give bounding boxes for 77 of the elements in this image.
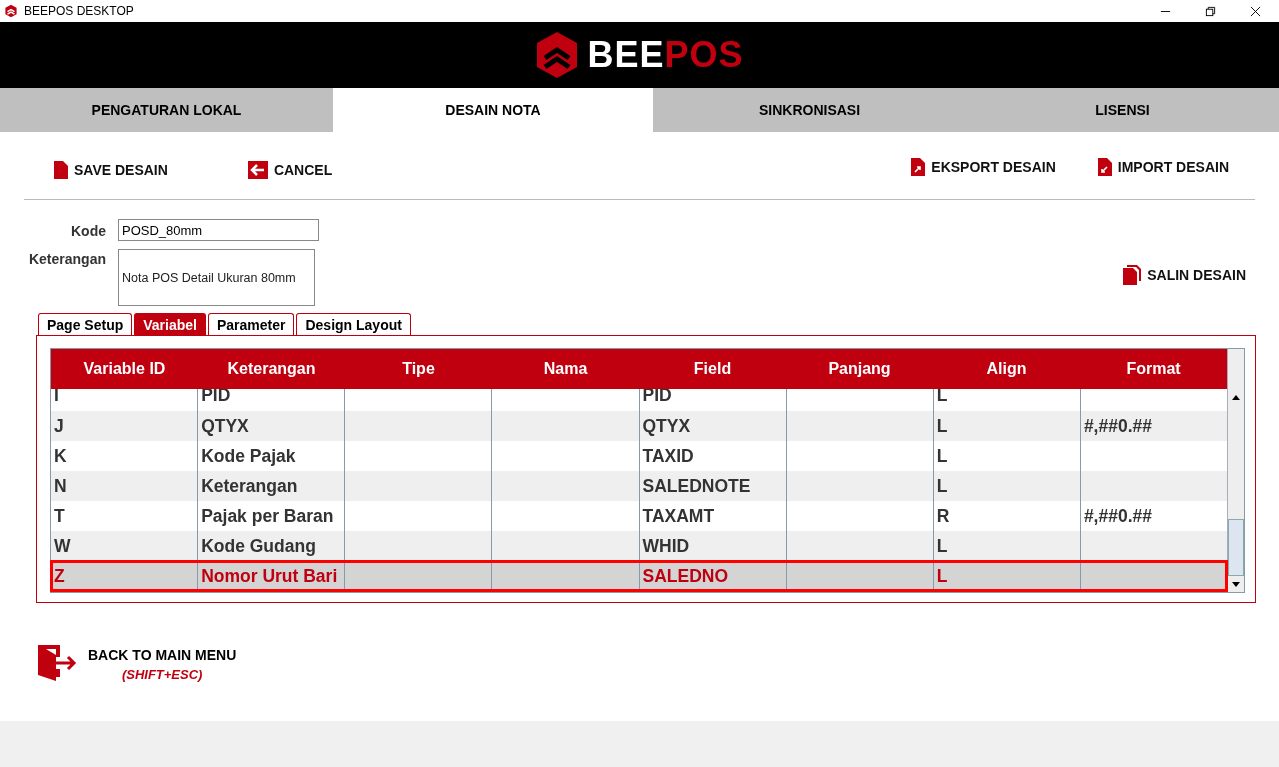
table-cell: WHID	[642, 535, 690, 557]
column-header[interactable]: Tipe	[345, 360, 492, 378]
back-arrow-icon	[247, 160, 268, 179]
table-cell: I	[54, 389, 59, 406]
restore-icon[interactable]	[1205, 5, 1216, 17]
table-row[interactable]: J QTYX QTYX L #,##0.##	[51, 411, 1227, 441]
table-cell: L	[936, 475, 948, 497]
brand-logo-text: BEEPOS	[587, 34, 744, 76]
column-header[interactable]: Format	[1080, 360, 1227, 378]
main-tab[interactable]: LISENSI	[966, 88, 1279, 132]
table-cell: L	[936, 565, 948, 587]
hexagon-logo-icon	[535, 31, 580, 79]
toolbar-button[interactable]: SAVE DESAIN	[54, 160, 168, 179]
column-header[interactable]: Nama	[492, 360, 639, 378]
table-cell: Kode Gudang	[201, 535, 316, 557]
toolbar-button[interactable]: CANCEL	[247, 160, 333, 179]
table-cell: Z	[54, 565, 65, 587]
scrollbar[interactable]	[1227, 349, 1244, 592]
table-cell: T	[54, 505, 65, 527]
scroll-down-icon[interactable]	[1232, 581, 1240, 587]
column-header[interactable]: Keterangan	[198, 360, 345, 378]
scrollbar-thumb[interactable]	[1228, 519, 1244, 576]
table-cell: SALEDNO	[642, 565, 729, 587]
inner-tab[interactable]: Page Setup	[38, 313, 133, 335]
table-cell: L	[936, 415, 948, 437]
app-logo-icon	[4, 4, 18, 18]
column-header[interactable]: Align	[933, 360, 1080, 378]
shortcut-hint: (SHIFT+ESC)	[121, 667, 203, 682]
table-cell: Nomor Urut Bari	[201, 565, 338, 587]
table-cell: Pajak per Baran	[201, 505, 334, 527]
table-cell: SALEDNOTE	[642, 475, 751, 497]
table-cell: QTYX	[642, 415, 691, 437]
main-tab[interactable]: PENGATURAN LOKAL	[0, 88, 333, 132]
inner-tab[interactable]: Design Layout	[296, 313, 411, 335]
table-cell: #,##0.##	[1083, 415, 1152, 437]
column-header[interactable]: Variable ID	[51, 360, 198, 378]
code-input-field[interactable]: POSD_80mm	[118, 219, 319, 241]
toolbar-button[interactable]: IMPORT DESAIN	[1097, 157, 1229, 176]
close-icon[interactable]	[1250, 5, 1261, 17]
table-cell: Keterangan	[201, 475, 298, 497]
table-cell: QTYX	[201, 415, 249, 437]
scroll-up-icon[interactable]	[1232, 394, 1240, 400]
field-label: Kode	[70, 223, 106, 239]
table-cell: R	[936, 505, 950, 527]
field-label: Keterangan	[27, 251, 106, 267]
table-cell: Kode Pajak	[201, 445, 296, 467]
table-cell: L	[936, 535, 948, 557]
inner-tab[interactable]: Variabel	[134, 313, 206, 335]
main-tab[interactable]: SINKRONISASI	[653, 88, 966, 132]
table-cell: N	[54, 475, 67, 497]
table-row[interactable]: W Kode Gudang WHID L	[51, 531, 1227, 561]
table-row[interactable]: Z Nomor Urut Bari SALEDNO L	[51, 561, 1227, 591]
table-cell: K	[54, 445, 67, 467]
column-header[interactable]: Field	[639, 360, 786, 378]
table-cell: L	[936, 389, 948, 406]
document-icon	[54, 160, 68, 179]
exit-door-icon	[38, 643, 78, 683]
table-cell: J	[54, 415, 64, 437]
column-header[interactable]: Panjang	[786, 360, 933, 378]
copy-design-button[interactable]: SALIN DESAIN	[1123, 264, 1246, 285]
table-cell: TAXID	[642, 445, 694, 467]
table-row[interactable]: N Keterangan SALEDNOTE L	[51, 471, 1227, 501]
description-input-field[interactable]: Nota POS Detail Ukuran 80mm	[118, 249, 315, 306]
document-import-icon	[1097, 157, 1112, 176]
table-cell: L	[936, 445, 948, 467]
back-to-main-menu-button[interactable]: BACK TO MAIN MENU (SHIFT+ESC)	[38, 643, 237, 683]
inner-tab[interactable]: Parameter	[207, 313, 295, 335]
table-cell: TAXAMT	[642, 505, 715, 527]
table-cell: PID	[201, 389, 231, 406]
table-cell: PID	[642, 389, 672, 406]
back-label: BACK TO MAIN MENU	[88, 647, 237, 663]
document-export-icon	[911, 157, 926, 176]
table-cell: #,##0.##	[1083, 505, 1152, 527]
window-title: BEEPOS DESKTOP	[24, 4, 134, 18]
toolbar-button[interactable]: EKSPORT DESAIN	[911, 157, 1056, 176]
table-cell: W	[54, 535, 71, 557]
copy-documents-icon	[1123, 264, 1142, 285]
